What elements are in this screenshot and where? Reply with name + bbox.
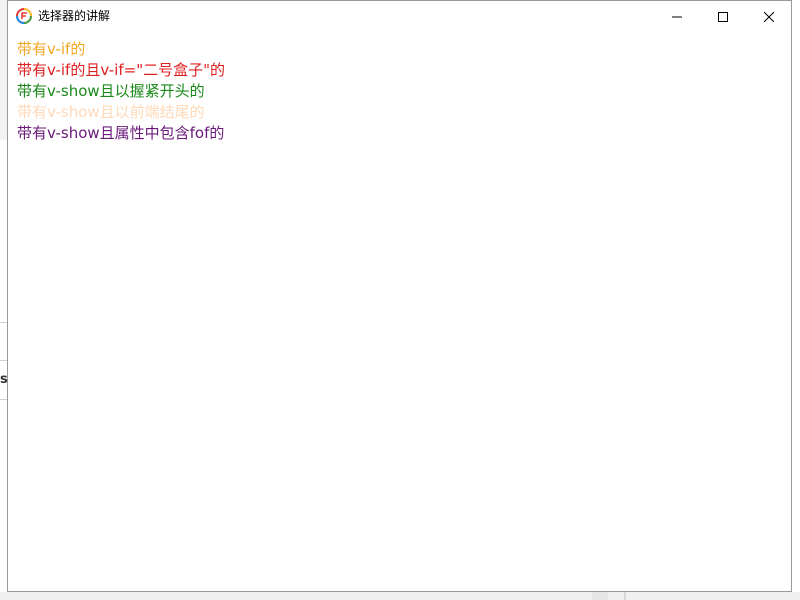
content-area: 带有v-if的 带有v-if的且v-if="二号盒子"的 带有v-show且以握… [17, 39, 777, 144]
close-icon [763, 7, 775, 26]
text-line-v-if: 带有v-if的 [17, 40, 86, 58]
minimize-icon [672, 7, 682, 26]
app-logo-icon [16, 8, 32, 24]
title-bar[interactable]: 选择器的讲解 [8, 1, 791, 31]
window-title: 选择器的讲解 [38, 9, 111, 23]
background-scroll-segment [592, 592, 608, 600]
maximize-icon [718, 7, 728, 26]
background-scroll-segment [624, 592, 626, 600]
app-window: 选择器的讲解 带有v-if的 带有v-if的且v-if="二号盒子"的 带有v-… [7, 0, 792, 592]
minimize-button[interactable] [654, 1, 700, 31]
text-line-v-show-starts: 带有v-show且以握紧开头的 [17, 82, 205, 100]
background-panel-right [792, 0, 800, 600]
text-line-v-show-contains: 带有v-show且属性中包含fof的 [17, 124, 225, 142]
background-bottom-strip [0, 592, 800, 600]
text-line-v-if-box2: 带有v-if的且v-if="二号盒子"的 [17, 61, 226, 79]
maximize-button[interactable] [700, 1, 746, 31]
close-button[interactable] [746, 1, 792, 31]
text-line-v-show-ends: 带有v-show且以前端结尾的 [17, 103, 205, 121]
